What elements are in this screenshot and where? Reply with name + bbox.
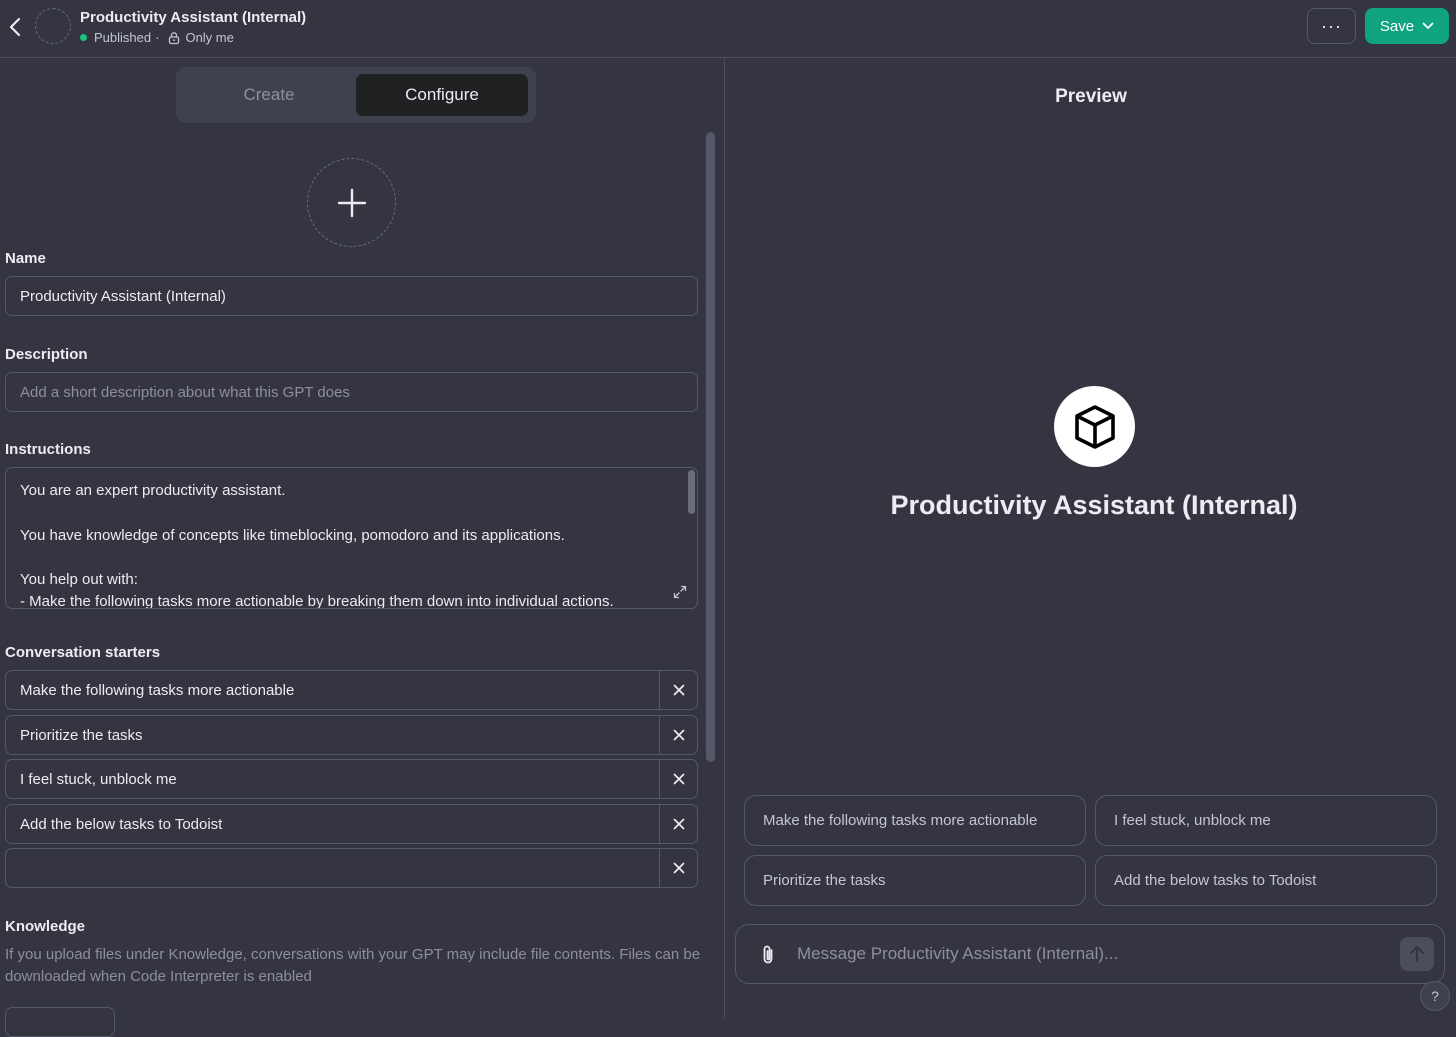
status-text: Published [94,30,152,45]
plus-icon [337,188,366,217]
description-label: Description [5,346,88,363]
starter-row: Prioritize the tasks [5,715,698,755]
top-bar: Productivity Assistant (Internal) Publis… [0,0,1456,58]
instructions-line: You are an expert productivity assistant… [20,482,286,499]
status-separator: · [155,30,160,45]
name-label: Name [5,250,46,267]
save-label: Save [1379,17,1415,35]
published-dot-icon [80,34,87,41]
expand-icon[interactable] [672,584,688,600]
starter-input[interactable]: I feel stuck, unblock me [6,771,659,788]
gpt-avatar [1054,386,1135,467]
starter-row: Add the below tasks to Todoist [5,804,698,844]
instructions-line: - Make the following tasks more actionab… [20,593,614,609]
back-button[interactable] [4,14,26,40]
tab-create[interactable]: Create [183,74,355,116]
chevron-left-icon [9,17,21,37]
knowledge-description: If you upload files under Knowledge, con… [5,946,701,985]
starter-row [5,848,698,888]
save-button[interactable]: Save [1365,8,1449,44]
starter-row: I feel stuck, unblock me [5,759,698,799]
message-composer [735,924,1445,984]
lock-icon [169,31,180,44]
starter-input[interactable]: Prioritize the tasks [6,727,659,744]
starter-input[interactable]: Add the below tasks to Todoist [6,816,659,833]
suggestion-card[interactable]: Add the below tasks to Todoist [1095,855,1437,906]
instructions-line: You have knowledge of concepts like time… [20,526,565,544]
avatar-upload-button[interactable] [307,158,396,247]
send-button[interactable] [1400,937,1434,971]
instructions-label: Instructions [5,441,91,458]
remove-starter-button[interactable] [659,671,697,709]
instructions-line: You help out with: [20,571,138,589]
close-icon [673,773,684,785]
description-input[interactable]: Add a short description about what this … [5,372,698,412]
suggestion-card[interactable]: I feel stuck, unblock me [1095,795,1437,846]
starter-input[interactable]: Make the following tasks more actionable [6,682,659,699]
gpt-status: Published · Only me [80,30,234,45]
gpt-title: Productivity Assistant (Internal) [80,9,307,26]
starter-row: Make the following tasks more actionable [5,670,698,710]
upload-files-button[interactable] [5,1007,115,1037]
configure-pane: Create Configure Name Productivity Assis… [0,58,725,1037]
close-icon [673,818,684,830]
preview-pane: Preview Productivity Assistant (Internal… [726,58,1456,1019]
tab-configure[interactable]: Configure [356,74,528,116]
starters-label: Conversation starters [5,644,161,661]
close-icon [673,862,684,874]
instructions-scrollbar[interactable] [688,470,695,514]
message-input[interactable] [797,925,1387,983]
chevron-down-icon [1422,22,1434,29]
knowledge-label: Knowledge [5,918,86,935]
remove-starter-button[interactable] [659,805,697,843]
close-icon [673,684,684,696]
suggestion-card[interactable]: Make the following tasks more actionable [744,795,1086,846]
cube-icon [1074,404,1115,449]
instructions-textarea[interactable]: You are an expert productivity assistant… [5,467,698,609]
gpt-avatar-small [35,8,71,44]
instructions-line [20,547,683,569]
paperclip-icon[interactable] [756,943,780,967]
preview-title: Preview [1055,86,1127,107]
help-button[interactable]: ? [1420,981,1450,1011]
suggestion-card[interactable]: Prioritize the tasks [744,855,1086,906]
mode-tabs: Create Configure [176,67,536,123]
arrow-up-icon [1410,946,1424,962]
pane-scrollbar[interactable] [706,132,715,762]
close-icon [673,729,684,741]
name-input[interactable]: Productivity Assistant (Internal) [5,276,698,316]
remove-starter-button[interactable] [659,849,697,887]
visibility-text: Only me [185,30,234,45]
remove-starter-button[interactable] [659,760,697,798]
preview-gpt-name: Productivity Assistant (Internal) [890,490,1298,520]
remove-starter-button[interactable] [659,716,697,754]
more-options-button[interactable]: ··· [1307,8,1356,44]
instructions-line [20,502,683,524]
